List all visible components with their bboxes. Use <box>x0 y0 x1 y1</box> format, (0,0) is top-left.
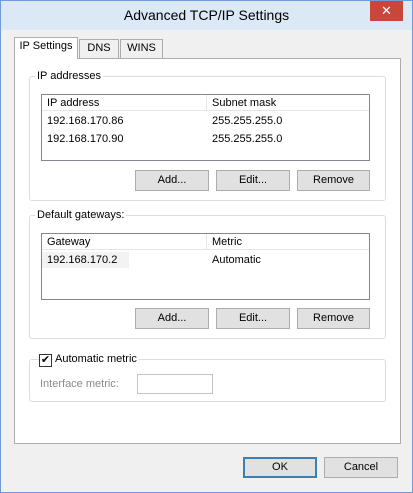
checkmark-icon: ✔ <box>40 354 51 366</box>
list-header: Gateway Metric <box>42 234 369 250</box>
gateways-list[interactable]: Gateway Metric 192.168.170.2 Automatic <box>41 233 370 300</box>
interface-metric-label: Interface metric: <box>40 378 119 390</box>
column-header-subnet-mask[interactable]: Subnet mask <box>207 95 369 111</box>
window-title: Advanced TCP/IP Settings <box>123 7 290 23</box>
ip-settings-panel: IP addresses IP address Subnet mask 192.… <box>14 58 401 444</box>
gateway-add-button[interactable]: Add... <box>135 308 209 329</box>
ip-addresses-label: IP addresses <box>35 70 104 82</box>
close-icon: ✕ <box>381 3 392 18</box>
gateway-remove-button[interactable]: Remove <box>297 308 370 329</box>
column-header-metric[interactable]: Metric <box>207 234 369 250</box>
cancel-button[interactable]: Cancel <box>324 457 398 478</box>
title-bar[interactable]: Advanced TCP/IP Settings ✕ <box>1 1 412 30</box>
ok-button[interactable]: OK <box>243 457 317 478</box>
default-gateways-label: Default gateways: <box>35 209 127 221</box>
tab-wins[interactable]: WINS <box>120 39 163 58</box>
ip-add-button[interactable]: Add... <box>135 170 209 191</box>
ip-remove-button[interactable]: Remove <box>297 170 370 191</box>
close-button[interactable]: ✕ <box>370 1 403 21</box>
ip-address-cell: 192.168.170.86 <box>47 115 124 127</box>
subnet-mask-cell: 255.255.255.0 <box>212 133 283 145</box>
tab-label: DNS <box>87 42 111 54</box>
ip-address-cell: 192.168.170.90 <box>47 133 124 145</box>
automatic-metric-label[interactable]: Automatic metric <box>53 353 139 365</box>
advanced-tcpip-settings-dialog: Advanced TCP/IP Settings ✕ IP Settings D… <box>0 0 413 493</box>
gateway-cell: 192.168.170.2 <box>42 252 129 268</box>
column-header-gateway[interactable]: Gateway <box>42 234 207 250</box>
tab-ip-settings[interactable]: IP Settings <box>14 37 78 59</box>
metric-cell: Automatic <box>212 254 261 266</box>
list-header: IP address Subnet mask <box>42 95 369 111</box>
gateway-edit-button[interactable]: Edit... <box>216 308 290 329</box>
tab-dns[interactable]: DNS <box>79 39 119 58</box>
subnet-mask-cell: 255.255.255.0 <box>212 115 283 127</box>
tab-label: WINS <box>127 42 156 54</box>
tab-label: IP Settings <box>19 40 73 52</box>
automatic-metric-checkbox[interactable]: ✔ <box>39 354 52 367</box>
column-header-ip-address[interactable]: IP address <box>42 95 207 111</box>
interface-metric-input[interactable] <box>137 374 213 394</box>
ip-addresses-list[interactable]: IP address Subnet mask 192.168.170.86 25… <box>41 94 370 161</box>
ip-edit-button[interactable]: Edit... <box>216 170 290 191</box>
